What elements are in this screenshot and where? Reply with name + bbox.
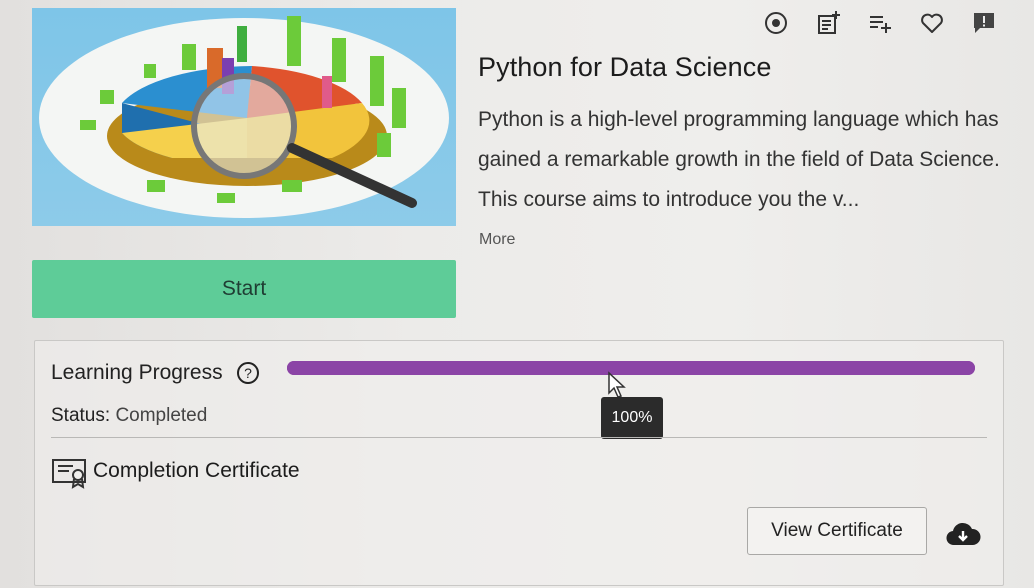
mouse-cursor-icon (608, 371, 626, 398)
report-icon[interactable] (958, 8, 1010, 38)
add-to-playlist-icon[interactable] (854, 8, 906, 38)
course-description: Python is a high-level programming langu… (478, 108, 1000, 211)
learning-progress-panel: Learning Progress ? 100% Status: Complet… (34, 340, 1004, 586)
status-value: Completed (115, 405, 208, 426)
progress-bar[interactable] (287, 361, 975, 375)
learning-progress-label: Learning Progress (51, 361, 223, 384)
progress-tooltip: 100% (601, 397, 663, 439)
completion-certificate-label: Completion Certificate (93, 459, 300, 482)
divider (51, 437, 987, 438)
svg-text:?: ? (244, 365, 252, 381)
target-icon[interactable] (750, 8, 802, 38)
add-note-icon[interactable] (802, 8, 854, 38)
cloud-download-icon[interactable] (945, 521, 981, 547)
certificate-icon (52, 459, 86, 489)
help-icon[interactable]: ? (236, 361, 260, 385)
course-actions (750, 8, 1010, 38)
course-thumbnail[interactable] (32, 8, 456, 226)
start-button[interactable]: Start (32, 260, 456, 318)
more-link[interactable]: More (479, 231, 515, 249)
status-row: Status: Completed (51, 405, 207, 427)
status-label: Status: (51, 405, 111, 426)
view-certificate-button[interactable]: View Certificate (747, 507, 927, 555)
course-title: Python for Data Science (478, 52, 772, 82)
heart-icon[interactable] (906, 8, 958, 38)
course-page: Python for Data Science Python is a high… (8, 0, 1034, 588)
progress-bar-fill (287, 361, 975, 375)
